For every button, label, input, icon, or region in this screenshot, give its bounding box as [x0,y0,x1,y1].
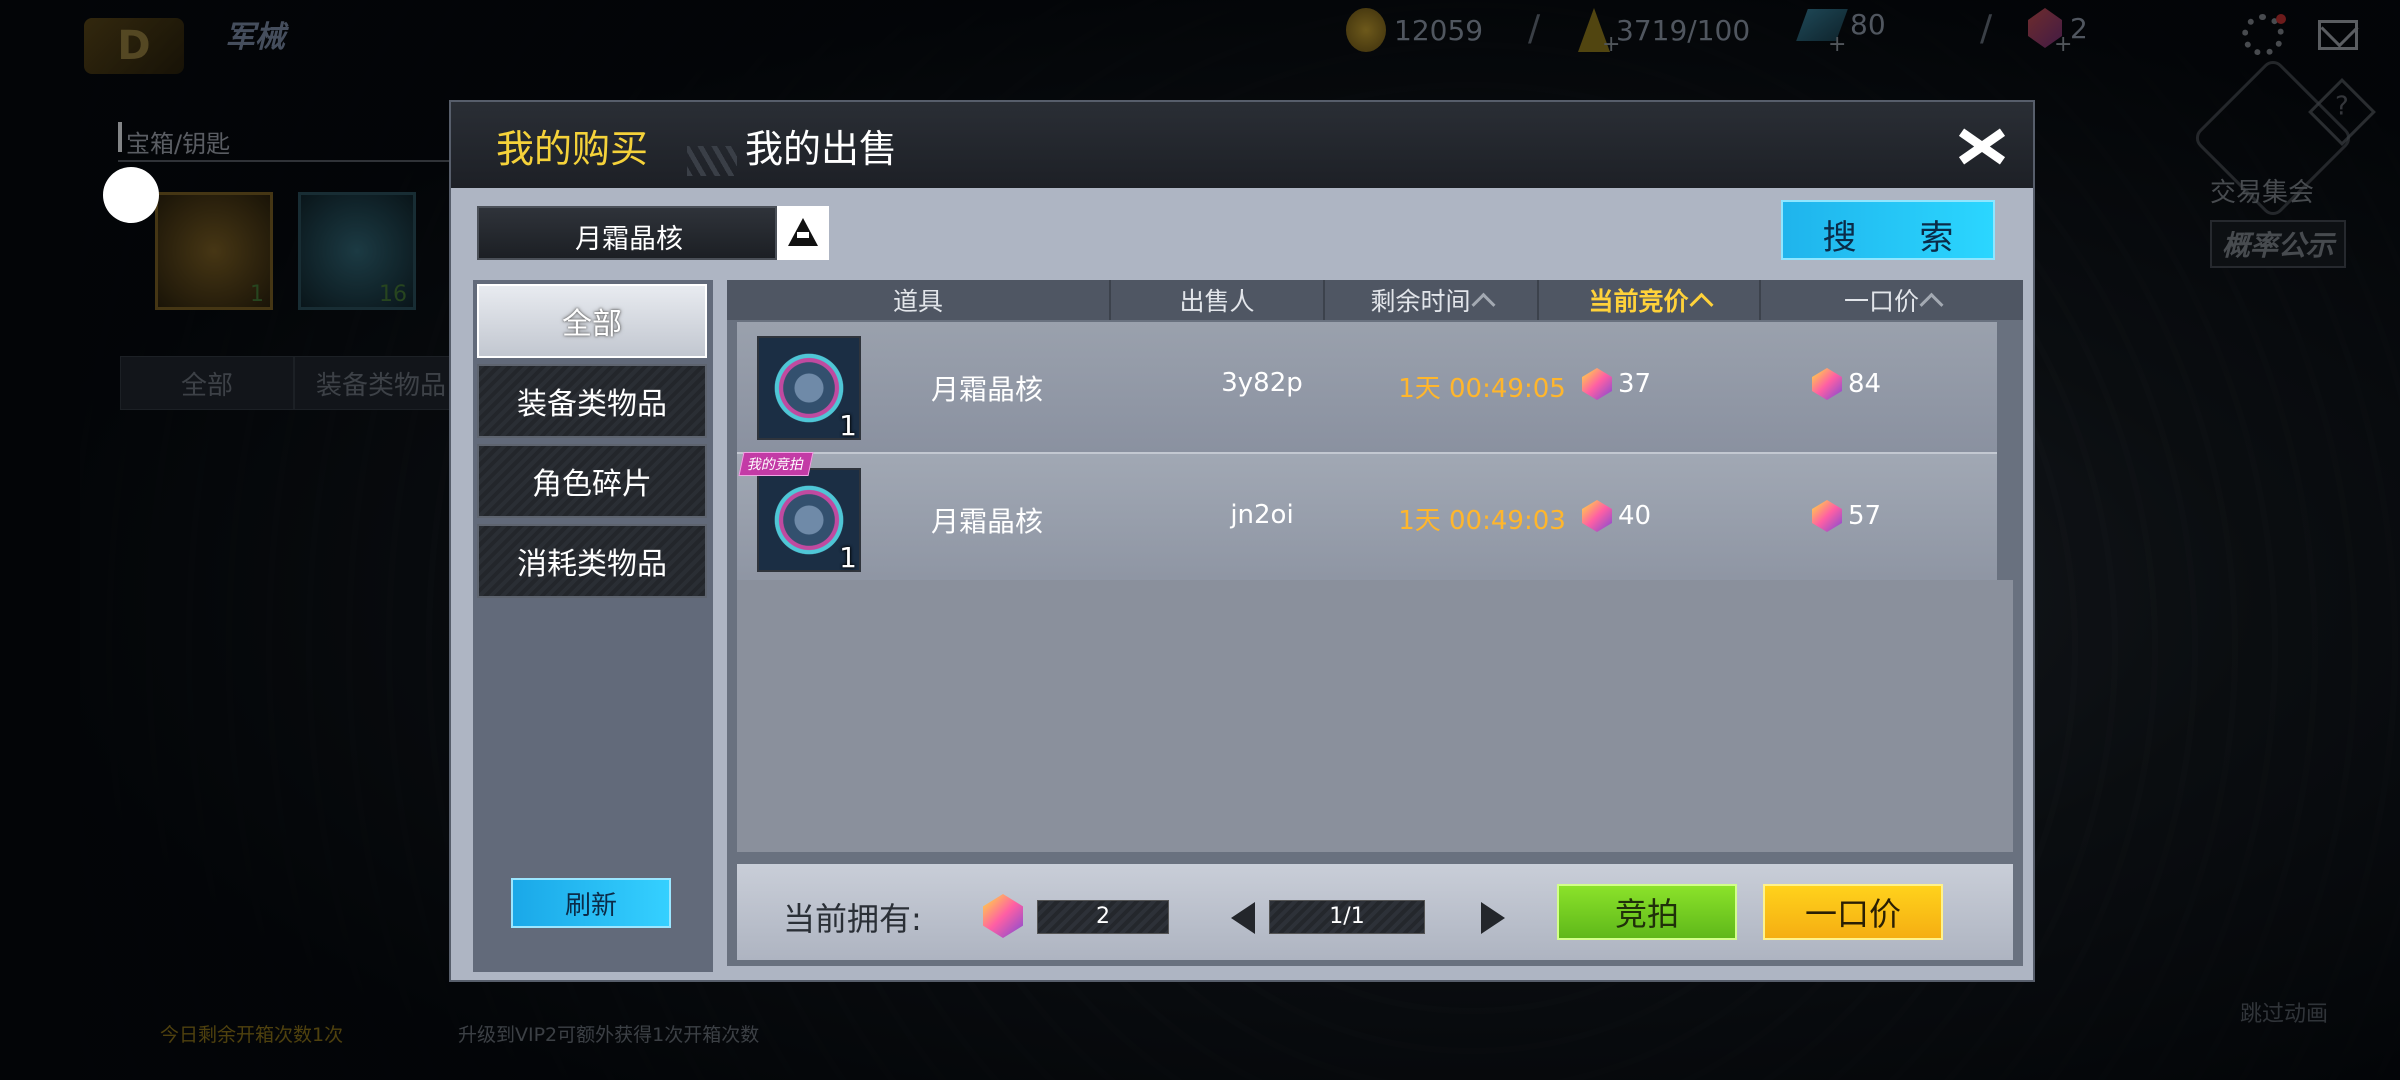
bg-tab-all[interactable]: 全部 [120,356,294,410]
hud-separator: / [1528,8,1541,49]
coin-icon [1346,8,1386,52]
category-character-fragments[interactable]: 角色碎片 [477,444,707,518]
close-icon[interactable] [1957,128,2003,164]
column-time-remaining[interactable]: 剩余时间 [1325,280,1539,320]
dropdown-arrow-icon[interactable] [777,206,829,260]
trade-label: 交易集会 [2210,178,2315,208]
refresh-button[interactable]: 刷新 [511,878,671,928]
page-indicator: 1/1 [1269,900,1425,934]
trade-dialog: 我的购买 我的出售 月霜晶核 搜 索 全部 装备类物品 角色碎片 消耗类物品 刷… [449,100,2035,982]
seller-name: jn2oi [1230,500,1294,530]
game-logo: D [84,18,184,74]
column-item: 道具 [727,280,1111,320]
sort-icon [1470,292,1496,317]
next-page-icon[interactable] [1481,902,1505,934]
current-bid: 40 [1582,500,1651,532]
listing-table: 道具 出售人 剩余时间 当前竞价 一口价 1 月霜晶核 3y82p 1天 00:… [727,280,2023,966]
column-current-bid[interactable]: 当前竞价 [1539,280,1761,320]
sort-icon [1688,292,1714,317]
gold-counter: 12059 [1346,8,1483,52]
category-equipment[interactable]: 装备类物品 [477,364,707,438]
owned-label: 当前拥有: [783,900,922,938]
probability-notice-button[interactable]: 概率公示 [2210,220,2347,268]
diamond-plus-button[interactable]: + [1828,32,1846,57]
owned-gem-count: 2 [1037,900,1169,934]
current-bid: 37 [1582,368,1651,400]
item-search-input[interactable]: 月霜晶核 [477,206,777,260]
table-row[interactable]: 1 我的竞拍 月霜晶核 jn2oi 1天 00:49:03 40 57 [737,452,1997,586]
gem-icon [983,894,1023,938]
sort-icon [1919,292,1944,317]
skip-animation-button[interactable]: 跳过动画 [2240,996,2328,1028]
screen-title: 军械 [225,20,285,55]
item-thumbnail: 1 [757,468,861,574]
bg-footer-vip: 升级到VIP2可额外获得1次开箱次数 [458,1024,760,1046]
buyout-button[interactable]: 一口价 [1763,884,1943,940]
table-row[interactable]: 1 月霜晶核 3y82p 1天 00:49:05 37 84 [737,322,1997,454]
search-button[interactable]: 搜 索 [1781,200,1995,260]
gem-icon [1582,368,1612,400]
column-buyout[interactable]: 一口价 [1761,280,2023,320]
bg-item-chest[interactable]: 1 [155,192,273,310]
item-name: 月霜晶核 [930,505,1043,538]
bg-item-key[interactable]: 16 [298,192,416,310]
time-remaining: 1天 00:49:05 [1398,374,1566,404]
table-header: 道具 出售人 剩余时间 当前竞价 一口价 [727,280,2023,320]
gem-icon [1812,368,1842,400]
action-bar: 当前拥有: 2 1/1 竞拍 一口价 [737,864,2013,960]
dialog-header: 我的购买 我的出售 [451,102,2033,188]
gem-plus-button[interactable]: + [2054,32,2072,57]
hud-separator: / [1980,8,1993,49]
energy-plus-button[interactable]: + [1602,32,1620,57]
bg-search-field[interactable]: 宝箱/钥匙 [118,118,458,162]
buyout-price: 57 [1812,500,1881,532]
tab-my-sales[interactable]: 我的出售 [745,118,897,173]
item-thumbnail: 1 [757,336,861,442]
seller-name: 3y82p [1221,368,1303,398]
empty-list-area [737,580,2013,852]
prev-page-icon[interactable] [1231,902,1255,934]
category-all[interactable]: 全部 [477,284,707,358]
bid-button[interactable]: 竞拍 [1557,884,1737,940]
category-panel: 全部 装备类物品 角色碎片 消耗类物品 刷新 [473,280,713,972]
gem-icon [1582,500,1612,532]
item-name: 月霜晶核 [930,373,1043,406]
touch-indicator [103,167,159,223]
gem-icon [1812,500,1842,532]
tab-my-purchases[interactable]: 我的购买 [496,118,648,173]
time-remaining: 1天 00:49:03 [1398,506,1566,536]
bg-footer-remaining: 今日剩余开箱次数1次 [160,1024,344,1046]
tab-decoration [687,146,737,176]
my-bid-badge: 我的竞拍 [738,452,814,476]
category-consumables[interactable]: 消耗类物品 [477,524,707,598]
notification-dot [2276,14,2286,24]
column-seller: 出售人 [1111,280,1325,320]
mail-icon[interactable] [2318,20,2358,50]
bg-tab-equipment[interactable]: 装备类物品 [294,356,468,410]
buyout-price: 84 [1812,368,1881,400]
